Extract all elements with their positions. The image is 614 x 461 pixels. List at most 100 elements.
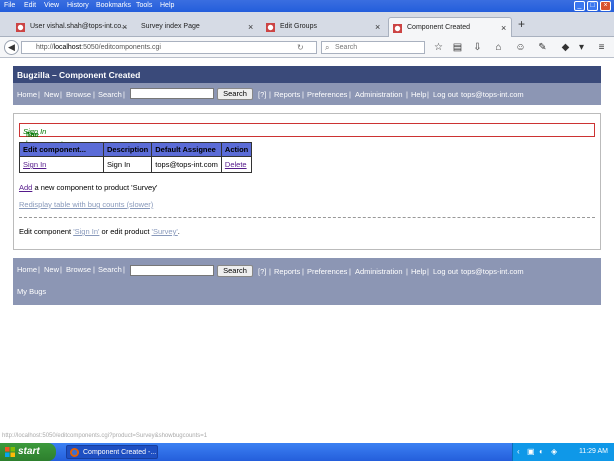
message-text: The component Sign In has been created. — [23, 127, 63, 157]
taskbar-item-label: Component Created -... — [83, 449, 157, 456]
link-new[interactable]: New — [44, 90, 59, 99]
tray-arrow-icon[interactable]: ‹ — [517, 447, 520, 456]
start-label: start — [18, 446, 40, 457]
chevron-down-icon[interactable]: ▾ — [576, 42, 587, 53]
menu-help[interactable]: Help — [160, 2, 174, 9]
quicksearch-button[interactable]: Search — [217, 88, 253, 100]
edit-product-link[interactable]: 'Survey' — [152, 227, 178, 236]
separator: | — [123, 90, 125, 99]
volume-icon[interactable]: ◐ — [539, 447, 544, 456]
add-component-link[interactable]: Add — [19, 183, 32, 192]
link-help-question[interactable]: [?] — [258, 267, 266, 276]
table-cell: Sign In — [19, 156, 104, 173]
separator: | — [427, 90, 429, 99]
table-cell: Delete — [220, 156, 253, 173]
network-icon[interactable]: ▣ — [527, 447, 535, 456]
link-help[interactable]: Help — [411, 90, 426, 99]
link-browse[interactable]: Browse — [66, 90, 91, 99]
link-reports[interactable]: Reports — [274, 90, 300, 99]
url-text: http://localhost:5050/editcomponents.cgi — [36, 44, 161, 51]
column-header[interactable]: Description — [102, 142, 153, 157]
link-home[interactable]: Home — [17, 90, 37, 99]
tab-component-created[interactable]: Component Created × — [388, 17, 512, 37]
security-icon[interactable]: ◈ — [551, 447, 557, 456]
menu-file[interactable]: File — [4, 2, 15, 9]
window-close-button[interactable]: × — [600, 1, 611, 11]
link-logout[interactable]: Log out — [433, 267, 458, 276]
close-icon[interactable]: × — [501, 23, 506, 33]
link-my-bugs[interactable]: My Bugs — [17, 287, 46, 296]
table-row: Sign In Sign In tops@tops-int.com Delete — [19, 156, 253, 173]
tab-label: Edit Groups — [280, 23, 317, 30]
reading-list-icon[interactable]: ▤ — [452, 42, 463, 53]
link-preferences[interactable]: Preferences — [307, 267, 347, 276]
separator: | — [38, 265, 40, 274]
link-search[interactable]: Search — [98, 90, 122, 99]
link-user-email[interactable]: tops@tops-int.com — [461, 267, 524, 276]
reload-icon[interactable]: ↻ — [297, 43, 304, 52]
link-administration[interactable]: Administration — [355, 90, 403, 99]
extension-icon[interactable]: ◆ — [560, 42, 571, 53]
separator: | — [93, 90, 95, 99]
bugzilla-icon — [393, 24, 402, 33]
url-path: :5050/editcomponents.cgi — [81, 44, 161, 51]
tab-edit-groups[interactable]: Edit Groups × — [262, 17, 384, 37]
link-help[interactable]: Help — [411, 267, 426, 276]
menu-tools[interactable]: Tools — [136, 2, 152, 9]
edit-component-link[interactable]: 'Sign In' — [73, 227, 99, 236]
start-button[interactable]: start — [0, 443, 56, 461]
redisplay-link[interactable]: Redisplay table with bug counts (slower) — [19, 200, 153, 209]
minimize-button[interactable]: _ — [574, 1, 585, 11]
column-header[interactable]: Default Assignee — [151, 142, 222, 157]
close-icon[interactable]: × — [248, 22, 253, 32]
link-administration[interactable]: Administration — [355, 267, 403, 276]
new-tab-button[interactable]: + — [518, 17, 525, 31]
edit-text: . — [177, 227, 180, 236]
link-user-email[interactable]: tops@tops-int.com — [461, 90, 524, 99]
tab-user[interactable]: User vishal.shah@tops-int.co... × — [12, 17, 130, 37]
component-name-link[interactable]: Sign In — [23, 160, 46, 169]
system-tray: ‹ ▣ ◐ ◈ 11:29 AM — [512, 443, 614, 461]
hamburger-menu-icon[interactable]: ≡ — [596, 42, 607, 53]
menu-edit[interactable]: Edit — [24, 2, 36, 9]
quicksearch-input[interactable] — [130, 88, 214, 99]
clock: 11:29 AM — [578, 448, 608, 455]
link-browse[interactable]: Browse — [66, 265, 91, 274]
separator: | — [349, 90, 351, 99]
quicksearch-button[interactable]: Search — [217, 265, 253, 277]
maximize-button[interactable]: □ — [587, 1, 598, 11]
tab-survey[interactable]: Survey index Page × — [133, 17, 257, 37]
column-header[interactable]: Edit component... — [19, 142, 104, 157]
link-preferences[interactable]: Preferences — [307, 90, 347, 99]
close-icon[interactable]: × — [122, 22, 127, 32]
bugzilla-icon — [16, 23, 25, 32]
success-message: The component Sign In has been created. — [19, 123, 595, 157]
url-bar[interactable]: http://localhost:5050/editcomponents.cgi… — [21, 41, 317, 54]
link-home[interactable]: Home — [17, 265, 37, 274]
taskbar-item-firefox[interactable]: Component Created -... — [66, 445, 158, 459]
quicksearch-input[interactable] — [130, 265, 214, 276]
home-icon[interactable]: ⌂ — [493, 42, 504, 53]
url-host: localhost — [53, 44, 82, 51]
pocket-icon[interactable]: ✎ — [537, 42, 548, 53]
menu-bookmarks[interactable]: Bookmarks — [96, 2, 131, 9]
menu-view[interactable]: View — [44, 2, 59, 9]
components-table: Edit component... Description Default As… — [19, 142, 253, 173]
separator: | — [60, 90, 62, 99]
search-input[interactable]: ⌕ Search — [321, 41, 425, 54]
delete-link[interactable]: Delete — [225, 160, 247, 169]
link-help-question[interactable]: [?] — [258, 90, 266, 99]
link-logout[interactable]: Log out — [433, 90, 458, 99]
url-prefix: http:// — [36, 44, 54, 51]
chat-icon[interactable]: ☺ — [515, 42, 526, 53]
separator: | — [406, 90, 408, 99]
download-icon[interactable]: ⇩ — [472, 42, 483, 53]
link-reports[interactable]: Reports — [274, 267, 300, 276]
bookmark-star-icon[interactable]: ☆ — [433, 42, 444, 53]
back-arrow-icon[interactable]: ◀ — [4, 40, 19, 55]
link-search[interactable]: Search — [98, 265, 122, 274]
separator: | — [406, 267, 408, 276]
menu-history[interactable]: History — [67, 2, 89, 9]
close-icon[interactable]: × — [375, 22, 380, 32]
link-new[interactable]: New — [44, 265, 59, 274]
